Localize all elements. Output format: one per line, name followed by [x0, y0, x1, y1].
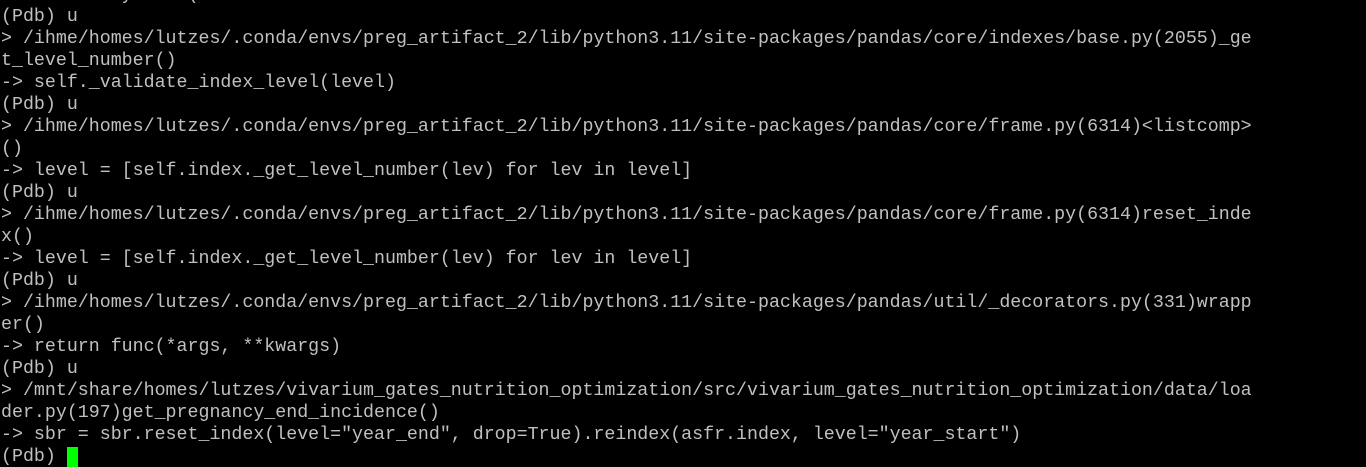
- terminal-line: (Pdb) u: [1, 183, 78, 203]
- terminal-line: der.py(197)get_pregnancy_end_incidence(): [1, 403, 440, 423]
- terminal-line: -> self._validate_index_level(level): [1, 73, 396, 93]
- terminal-line: (Pdb) u: [1, 95, 78, 115]
- terminal-line: -> level = [self.index._get_level_number…: [1, 249, 693, 269]
- terminal-line: > /ihme/homes/lutzes/.conda/envs/preg_ar…: [1, 205, 1252, 225]
- terminal-line: -> sbr = sbr.reset_index(level="year_end…: [1, 425, 1022, 445]
- cursor-block: [66, 447, 78, 467]
- terminal-line: > /ihme/homes/lutzes/.conda/envs/preg_ar…: [1, 29, 1252, 49]
- terminal-line: > /mnt/share/homes/lutzes/vivarium_gates…: [1, 381, 1252, 401]
- terminal-line: > /ihme/homes/lutzes/.conda/envs/preg_ar…: [1, 293, 1252, 313]
- terminal-line: er(): [1, 315, 45, 335]
- terminal-line: (Pdb) u: [1, 359, 78, 379]
- terminal-line: -> level = [self.index._get_level_number…: [1, 161, 693, 181]
- terminal-line: (Pdb) u: [1, 271, 78, 291]
- prompt-line[interactable]: (Pdb): [0, 446, 1366, 467]
- pdb-prompt: (Pdb): [1, 447, 67, 467]
- terminal-line: x(): [1, 227, 34, 247]
- terminal-output: -> raise KeyError((Pdb) u> /ihme/homes/l…: [0, 0, 1366, 446]
- terminal-line: -> return func(*args, **kwargs): [1, 337, 342, 357]
- terminal-window[interactable]: -> raise KeyError((Pdb) u> /ihme/homes/l…: [0, 0, 1366, 467]
- terminal-line: (Pdb) u: [1, 7, 78, 27]
- terminal-line: (): [1, 139, 23, 159]
- terminal-line: t_level_number(): [1, 51, 177, 71]
- terminal-line: > /ihme/homes/lutzes/.conda/envs/preg_ar…: [1, 117, 1252, 137]
